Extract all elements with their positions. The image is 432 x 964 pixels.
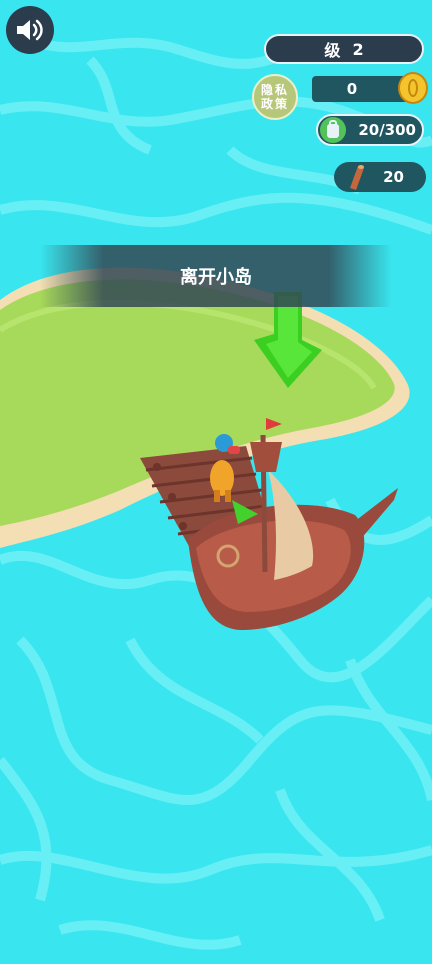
banner-text: 离开小岛 [180, 267, 252, 288]
wood-log-icon [344, 164, 366, 190]
coin-value: 0 [346, 80, 358, 98]
privacy-policy-button[interactable]: 隐私 政策 [252, 74, 298, 120]
level-indicator: 级 2 [264, 34, 424, 64]
backpack-value: 20/300 [358, 121, 416, 139]
level-label: 级 [324, 41, 341, 60]
gold-coin-icon [398, 72, 428, 104]
privacy-line1: 隐私 [261, 83, 290, 97]
coin-counter: 0 [312, 76, 410, 102]
speaker-icon [17, 19, 43, 41]
privacy-line2: 政策 [261, 97, 290, 111]
leave-island-banner[interactable]: 离开小岛 [40, 245, 392, 307]
sound-button[interactable] [6, 6, 54, 54]
backpack-icon [320, 117, 346, 143]
wood-value: 20 [383, 168, 404, 186]
level-value: 2 [352, 39, 364, 59]
